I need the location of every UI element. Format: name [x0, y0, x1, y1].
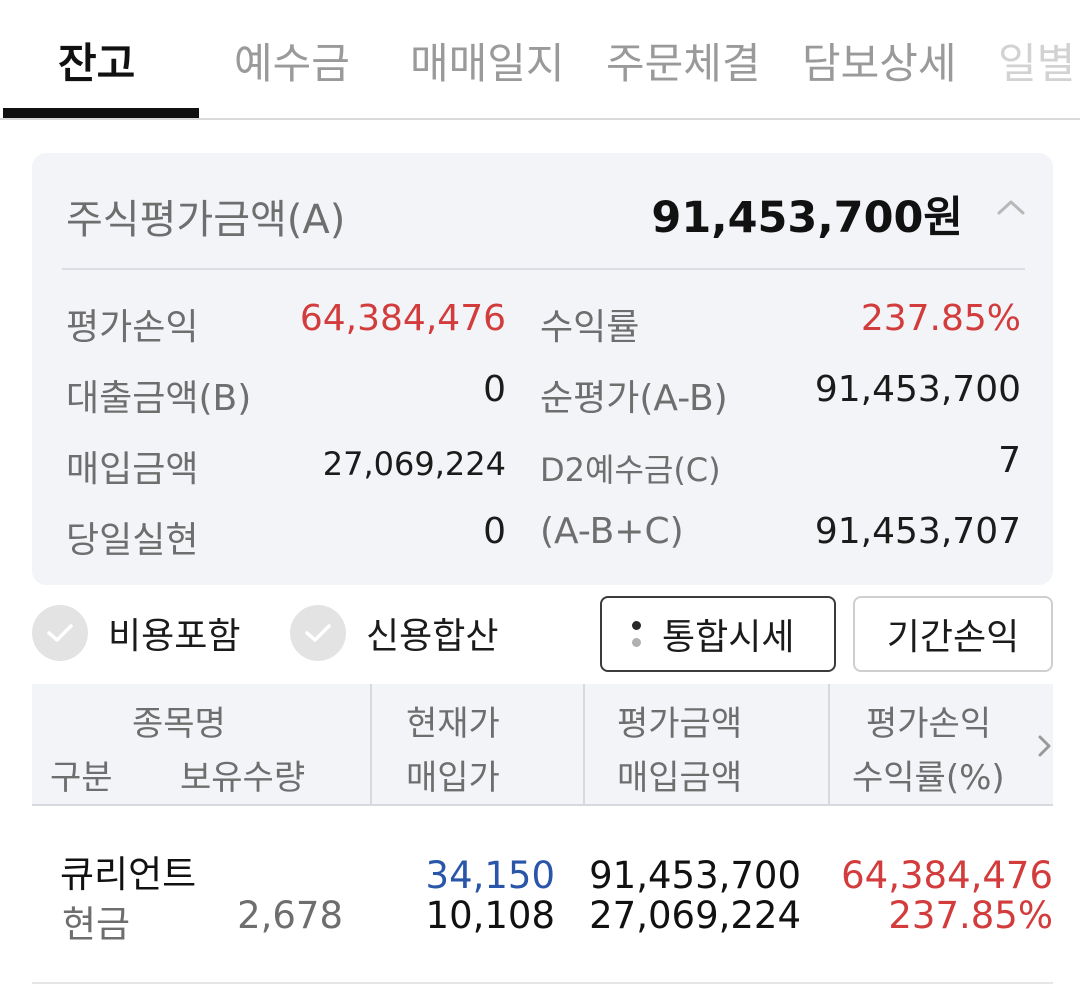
total-formula-value: 91,453,707 — [814, 511, 1021, 552]
net-eval-value: 91,453,700 — [814, 369, 1021, 410]
loan-amount-value: 0 — [483, 369, 506, 410]
check-icon — [47, 624, 73, 642]
buy-price: 10,108 — [425, 894, 555, 937]
return-rate-value: 237.85% — [860, 298, 1021, 339]
summary-card: 주식평가금액(A) 91,453,700원 평가손익 64,384,476 수익… — [32, 153, 1053, 585]
credit-combined-label: 신용합산 — [366, 616, 499, 657]
eval-pnl-label: 평가손익 — [66, 307, 199, 348]
include-fees-checkbox[interactable] — [32, 605, 88, 661]
chevron-up-icon[interactable] — [993, 193, 1029, 223]
buy-amount: 27,069,224 — [589, 894, 801, 937]
credit-combined-option[interactable]: 신용합산 — [290, 603, 498, 663]
tab-balance[interactable]: 잔고 — [58, 30, 135, 91]
purchase-amount-value: 27,069,224 — [322, 445, 506, 483]
credit-combined-checkbox[interactable] — [290, 605, 346, 661]
header-eval-amount: 평가금액 — [617, 704, 743, 744]
stock-name: 큐리언트 — [60, 853, 197, 896]
realized-today-value: 0 — [483, 511, 506, 552]
include-fees-option[interactable]: 비용포함 — [32, 603, 240, 663]
dots-icon — [624, 621, 648, 647]
holdings-table-header: 종목명 구분 보유수량 현재가 매입가 평가금액 매입금액 평가손익 수익률(%… — [32, 684, 1053, 806]
holding-type: 현금 — [62, 903, 131, 946]
header-buy-price: 매입가 — [406, 758, 500, 798]
realized-today-label: 당일실현 — [66, 520, 199, 561]
tab-daily[interactable]: 일별 — [998, 30, 1075, 91]
period-pnl-label: 기간손익 — [886, 617, 1020, 658]
tab-bar: 잔고 예수금 매매일지 주문체결 담보상세 일별 — [0, 0, 1080, 120]
header-buy-amount: 매입금액 — [617, 758, 743, 798]
row-eval-pnl: 64,384,476 — [841, 854, 1053, 897]
row-return-rate: 237.85% — [888, 894, 1053, 937]
header-col-amount: 평가금액 매입금액 — [585, 684, 830, 806]
current-price: 34,150 — [425, 854, 555, 897]
stock-eval-label: 주식평가금액(A) — [66, 197, 346, 243]
unified-quote-label: 통합시세 — [662, 617, 795, 658]
include-fees-label: 비용포함 — [108, 616, 241, 657]
stock-eval-value: 91,453,700원 — [651, 193, 963, 243]
card-divider — [62, 268, 1025, 270]
header-quantity: 보유수량 — [180, 758, 306, 798]
tab-collateral-detail[interactable]: 담보상세 — [802, 30, 957, 91]
d2-deposit-label: D2예수금(C) — [540, 451, 721, 489]
header-stock-name: 종목명 — [132, 704, 226, 744]
unified-quote-button[interactable]: 통합시세 — [600, 596, 836, 672]
table-row[interactable]: 큐리언트 현금 2,678 34,150 10,108 91,453,700 2… — [32, 808, 1053, 984]
tab-deposit[interactable]: 예수금 — [234, 30, 350, 91]
purchase-amount-label: 매입금액 — [66, 449, 199, 490]
header-col-name: 종목명 구분 보유수량 — [32, 684, 372, 806]
active-tab-indicator — [3, 108, 199, 118]
header-return-rate: 수익률(%) — [852, 758, 1005, 798]
eval-amount: 91,453,700 — [589, 854, 801, 897]
eval-pnl-value: 64,384,476 — [299, 298, 506, 339]
header-eval-pnl: 평가손익 — [866, 704, 992, 744]
chevron-right-icon[interactable] — [1036, 732, 1054, 760]
tab-order-execution[interactable]: 주문체결 — [606, 30, 761, 91]
net-eval-label: 순평가(A-B) — [540, 378, 728, 419]
d2-deposit-value: 7 — [998, 440, 1021, 481]
header-current-price: 현재가 — [406, 704, 500, 744]
tab-trade-journal[interactable]: 매매일지 — [410, 30, 565, 91]
total-formula-label: (A-B+C) — [540, 511, 684, 552]
header-type: 구분 — [50, 758, 113, 798]
header-col-pnl: 평가손익 수익률(%) — [830, 684, 1053, 806]
check-icon — [305, 624, 331, 642]
period-pnl-button[interactable]: 기간손익 — [853, 596, 1053, 672]
header-col-price: 현재가 매입가 — [372, 684, 585, 806]
holding-quantity: 2,678 — [237, 894, 343, 937]
loan-amount-label: 대출금액(B) — [66, 378, 252, 419]
return-rate-label: 수익률 — [540, 307, 640, 348]
